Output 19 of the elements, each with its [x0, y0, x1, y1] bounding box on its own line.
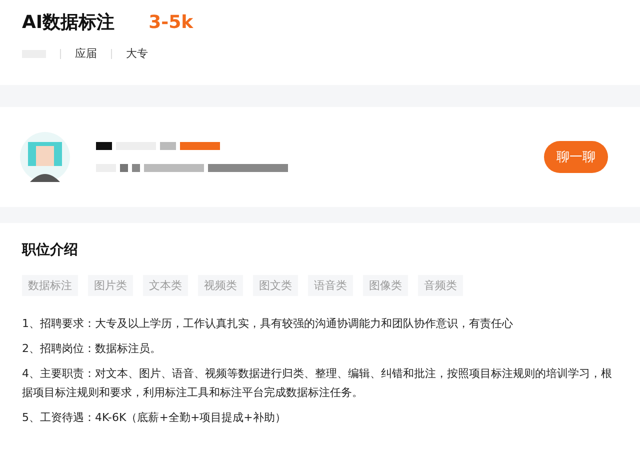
job-requirement: 大专 [126, 46, 148, 61]
description-paragraph: 1、招聘要求：大专及以上学历，工作认真扎实，具有较强的沟通协调能力和团队协作意识，有责任心 [22, 316, 514, 332]
keyword-tag: 文本类 [143, 275, 188, 296]
keyword-tag: 数据标注 [22, 275, 78, 296]
section-heading: 职位介绍 [22, 241, 79, 259]
keyword-tag: 音频类 [418, 275, 463, 296]
chat-button[interactable]: 聊一聊 [544, 141, 608, 173]
avatar [20, 132, 70, 182]
keyword-tag: 视频类 [198, 275, 243, 296]
job-title: AI数据标注 [22, 11, 115, 34]
keyword-tag: 图片类 [88, 275, 133, 296]
keyword-tag: 图文类 [253, 275, 298, 296]
salary: 3-5k [148, 12, 194, 32]
description-paragraph: 5、工资待遇：4K-6K（底薪+全勤+项目提成+补助） [22, 410, 287, 426]
job-requirement: 应届 [75, 46, 97, 61]
description-paragraph: 4、主要职责：对文本、图片、语音、视频等数据进行归类、整理、编辑、纠错和批注，按照项目标注规则的培训学习，根据项目标注规则和要求，利用标注工具和标注平台完成数据标注任务。 [22, 366, 612, 401]
keyword-tag: 图像类 [363, 275, 408, 296]
description-paragraph: 2、招聘岗位：数据标注员。 [22, 341, 162, 357]
keyword-tag: 语音类 [308, 275, 353, 296]
